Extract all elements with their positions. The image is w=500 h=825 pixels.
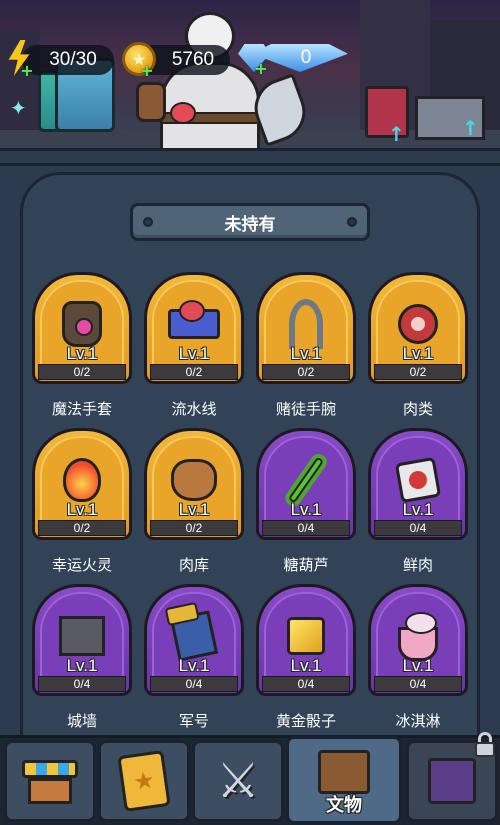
item-progress: 0/4 [374, 676, 462, 692]
item-name: 鲜肉 [402, 556, 433, 574]
book-icon [318, 750, 370, 794]
up-arrow-icon: ↑ [388, 122, 405, 146]
cards-icon: ★ [117, 750, 171, 812]
energy-value: 30/30 [49, 49, 97, 70]
item-level: Lv.1 [290, 500, 322, 519]
item-card-golden-dice[interactable]: Lv.1 0/4 黄金骰子 [256, 584, 356, 730]
item-name: 魔法手套 [51, 400, 112, 418]
item-name: 冰淇淋 [395, 712, 441, 730]
crossed-swords-icon: ⚔ [216, 753, 260, 809]
item-progress: 0/2 [374, 364, 462, 380]
item-progress: 0/2 [150, 520, 238, 536]
panel-divider [0, 148, 500, 166]
item-level: Lv.1 [178, 344, 210, 363]
item-progress: 0/4 [262, 676, 350, 692]
lock-icon [474, 732, 496, 758]
item-name: 流水线 [171, 400, 217, 418]
item-level: Lv.1 [178, 500, 210, 519]
item-card-fresh-meat[interactable]: Lv.1 0/4 鲜肉 [368, 428, 468, 574]
background-scene: ↑ ↑ ✦ [0, 0, 500, 150]
item-level: Lv.1 [290, 656, 322, 675]
item-progress: 0/2 [262, 364, 350, 380]
item-level: Lv.1 [402, 656, 434, 675]
item-card-bugle[interactable]: Lv.1 0/4 军号 [144, 584, 244, 730]
item-name: 肉类 [402, 400, 433, 418]
rivet-icon [143, 217, 153, 227]
item-name: 糖葫芦 [283, 556, 329, 574]
item-name: 军号 [178, 712, 209, 730]
item-card-magic-glove[interactable]: Lv.1 0/2 魔法手套 [32, 272, 132, 418]
item-card-meat[interactable]: Lv.1 0/2 肉类 [368, 272, 468, 418]
item-card-fire-spirit[interactable]: Lv.1 0/2 幸运火灵 [32, 428, 132, 574]
energy-counter[interactable]: 30/30 [22, 45, 114, 75]
locked-item-icon [428, 758, 476, 804]
item-card-gambler-wrist[interactable]: Lv.1 0/2 赌徒手腕 [256, 272, 356, 418]
item-name: 幸运火灵 [51, 556, 112, 574]
item-progress: 0/4 [374, 520, 462, 536]
item-card-meat-storage[interactable]: Lv.1 0/2 肉库 [144, 428, 244, 574]
section-title-text: 未持有 [224, 214, 276, 235]
item-progress: 0/4 [38, 676, 126, 692]
add-gold-icon[interactable]: + [140, 63, 154, 79]
item-level: Lv.1 [402, 344, 434, 363]
item-card-conveyor-belt[interactable]: Lv.1 0/2 流水线 [144, 272, 244, 418]
item-progress: 0/2 [38, 520, 126, 536]
item-progress: 0/4 [150, 676, 238, 692]
add-energy-icon[interactable]: + [20, 63, 34, 79]
sparkle-icon: ✦ [10, 96, 27, 120]
item-level: Lv.1 [66, 344, 98, 363]
add-gems-icon[interactable]: + [254, 61, 268, 77]
gem-value: 0 [300, 47, 312, 68]
item-name: 肉库 [178, 556, 209, 574]
rivet-icon [347, 217, 357, 227]
tab-shop[interactable] [4, 740, 96, 822]
item-progress: 0/2 [150, 364, 238, 380]
tab-relics-label: 文物 [326, 795, 362, 816]
item-progress: 0/2 [38, 364, 126, 380]
item-level: Lv.1 [178, 656, 210, 675]
item-name: 黄金骰子 [275, 712, 336, 730]
item-progress: 0/4 [262, 520, 350, 536]
section-title: 未持有 [130, 203, 370, 241]
item-name: 城墙 [66, 712, 97, 730]
item-level: Lv.1 [66, 500, 98, 519]
bear-character [136, 12, 270, 150]
item-card-city-wall[interactable]: Lv.1 0/4 城墙 [32, 584, 132, 730]
tab-relics[interactable]: 文物 [286, 736, 402, 824]
shop-icon [22, 756, 78, 806]
item-card-ice-cream[interactable]: Lv.1 0/4 冰淇淋 [368, 584, 468, 730]
item-level: Lv.1 [290, 344, 322, 363]
item-level: Lv.1 [66, 656, 98, 675]
tab-cards[interactable]: ★ [98, 740, 190, 822]
item-level: Lv.1 [402, 500, 434, 519]
item-card-candied-skewer[interactable]: Lv.1 0/4 糖葫芦 [256, 428, 356, 574]
gold-value: 5760 [171, 49, 215, 70]
up-arrow-icon: ↑ [462, 116, 479, 140]
item-name: 赌徒手腕 [275, 400, 336, 418]
tab-battle[interactable]: ⚔ [192, 740, 284, 822]
